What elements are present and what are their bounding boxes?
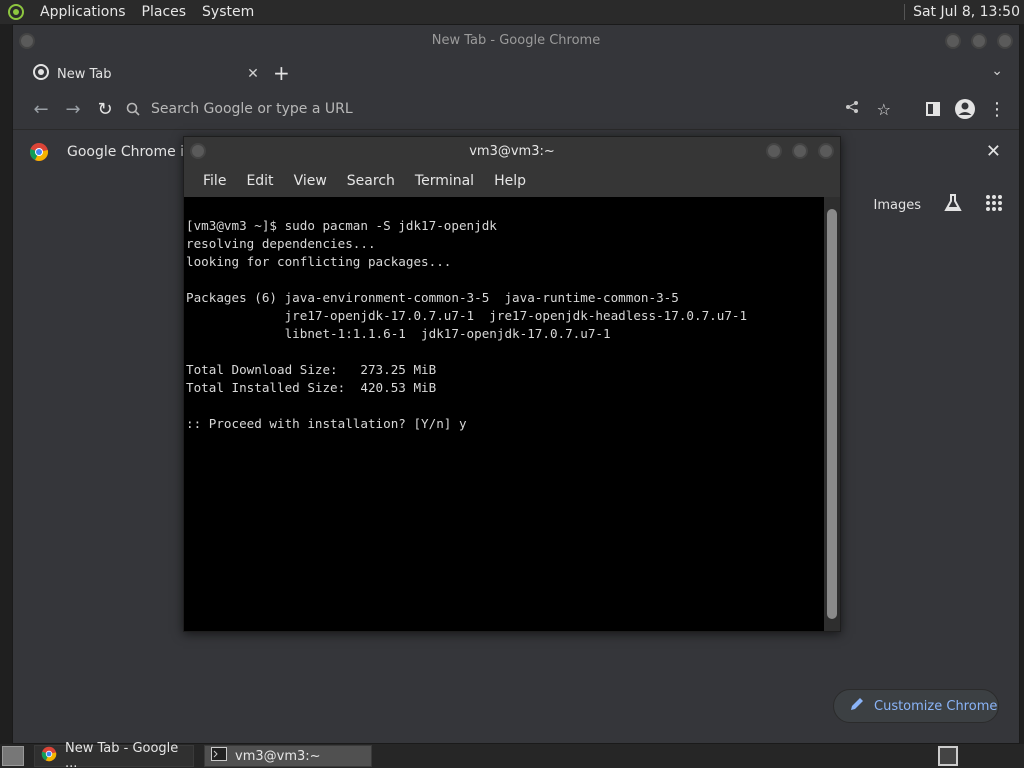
- terminal-menubar: File Edit View Search Terminal Help: [184, 167, 840, 195]
- minimize-button[interactable]: [945, 33, 961, 49]
- omnibox[interactable]: Search Google or type a URL ☆: [121, 93, 891, 125]
- close-window-button[interactable]: [997, 33, 1013, 49]
- terminal-menu-view[interactable]: View: [284, 173, 337, 189]
- terminal-close-button[interactable]: [818, 143, 834, 159]
- images-link[interactable]: Images: [874, 198, 922, 213]
- terminal-window-menu-button[interactable]: [190, 143, 206, 159]
- chrome-window-title: New Tab - Google Chrome: [431, 33, 601, 48]
- toolbar-right: ⋮: [917, 93, 1013, 125]
- terminal-line: :: Proceed with installation? [Y/n] y: [186, 416, 467, 431]
- tab-new-tab[interactable]: New Tab ✕: [23, 59, 263, 89]
- top-panel: Applications Places System Sat Jul 8, 13…: [0, 0, 1024, 24]
- taskbar-item-chrome[interactable]: New Tab - Google ...: [34, 741, 194, 768]
- terminal-menu-help[interactable]: Help: [484, 173, 536, 189]
- forward-arrow-icon[interactable]: →: [57, 93, 89, 125]
- terminal-line: looking for conflicting packages...: [186, 254, 452, 269]
- terminal-window: vm3@vm3:~ File Edit View Search Terminal…: [183, 136, 841, 632]
- terminal-line: [vm3@vm3 ~]$ sudo pacman -S jdk17-openjd…: [186, 218, 497, 233]
- terminal-line: Packages (6) java-environment-common-3-5…: [186, 290, 679, 305]
- customize-chrome-button[interactable]: Customize Chrome: [833, 689, 999, 723]
- chrome-logo-icon: [41, 746, 57, 766]
- taskbar-item-label: vm3@vm3:~: [235, 748, 321, 764]
- infobar-close-icon[interactable]: ✕: [986, 141, 1001, 162]
- terminal-menu-file[interactable]: File: [193, 173, 236, 189]
- maximize-button[interactable]: [971, 33, 987, 49]
- terminal-line: resolving dependencies...: [186, 236, 376, 251]
- chrome-favicon-icon: [33, 64, 49, 84]
- terminal-line: Total Installed Size: 420.53 MiB: [186, 380, 437, 395]
- taskbar-item-label: New Tab - Google ...: [65, 741, 179, 768]
- tab-search-chevron-icon[interactable]: ⌄: [991, 63, 1003, 79]
- reload-icon[interactable]: ↻: [89, 93, 121, 125]
- terminal-output[interactable]: [vm3@vm3 ~]$ sudo pacman -S jdk17-openjd…: [184, 197, 826, 631]
- terminal-app-icon: [211, 747, 227, 765]
- show-desktop-icon[interactable]: [2, 746, 24, 766]
- labs-flask-icon[interactable]: [943, 193, 963, 217]
- menu-system[interactable]: System: [194, 0, 262, 24]
- infobar-text: Google Chrome isn: [67, 143, 187, 160]
- terminal-menu-edit[interactable]: Edit: [236, 173, 283, 189]
- terminal-line: libnet-1:1.1.6-1 jdk17-openjdk-17.0.7.u7…: [186, 326, 611, 341]
- customize-chrome-label: Customize Chrome: [874, 698, 998, 714]
- profile-avatar-icon[interactable]: [949, 93, 981, 125]
- terminal-titlebar[interactable]: vm3@vm3:~: [184, 137, 840, 167]
- ntp-header-links: Images: [852, 193, 1004, 217]
- kebab-menu-icon[interactable]: ⋮: [981, 93, 1013, 125]
- tab-close-icon[interactable]: ✕: [243, 66, 263, 82]
- terminal-scrollbar[interactable]: [824, 197, 840, 631]
- chrome-toolbar: ← → ↻ Search Google or type a URL ☆ ⋮: [13, 89, 1019, 129]
- window-menu-button[interactable]: [19, 33, 35, 49]
- omnibox-placeholder: Search Google or type a URL: [151, 101, 353, 117]
- apps-grid-icon[interactable]: [985, 194, 1003, 216]
- taskbar-item-terminal[interactable]: vm3@vm3:~: [204, 745, 372, 767]
- pencil-icon: [850, 697, 864, 715]
- workspace-switcher-icon[interactable]: [938, 746, 958, 766]
- side-panel-icon[interactable]: [917, 93, 949, 125]
- menu-places[interactable]: Places: [134, 0, 195, 24]
- share-icon[interactable]: [845, 100, 859, 118]
- chrome-titlebar[interactable]: New Tab - Google Chrome: [13, 25, 1019, 57]
- distro-logo-icon[interactable]: [6, 2, 26, 22]
- panel-clock[interactable]: Sat Jul 8, 13:50: [904, 4, 1024, 20]
- terminal-menu-terminal[interactable]: Terminal: [405, 173, 484, 189]
- back-arrow-icon[interactable]: ←: [25, 93, 57, 125]
- menu-applications[interactable]: Applications: [32, 0, 134, 24]
- terminal-maximize-button[interactable]: [792, 143, 808, 159]
- terminal-line: jre17-openjdk-17.0.7.u7-1 jre17-openjdk-…: [186, 308, 748, 323]
- tab-title: New Tab: [57, 66, 112, 82]
- new-tab-plus-icon[interactable]: +: [273, 61, 290, 85]
- terminal-menu-search[interactable]: Search: [337, 173, 405, 189]
- terminal-scrollbar-thumb[interactable]: [827, 209, 837, 619]
- terminal-minimize-button[interactable]: [766, 143, 782, 159]
- bottom-taskbar: New Tab - Google ... vm3@vm3:~: [0, 741, 1024, 768]
- tab-strip: New Tab ✕ + ⌄: [13, 57, 1019, 89]
- chrome-logo-icon: [29, 142, 49, 162]
- terminal-line: Total Download Size: 273.25 MiB: [186, 362, 437, 377]
- bookmark-star-icon[interactable]: ☆: [877, 100, 891, 119]
- search-icon: [121, 102, 145, 116]
- terminal-title: vm3@vm3:~: [469, 144, 555, 159]
